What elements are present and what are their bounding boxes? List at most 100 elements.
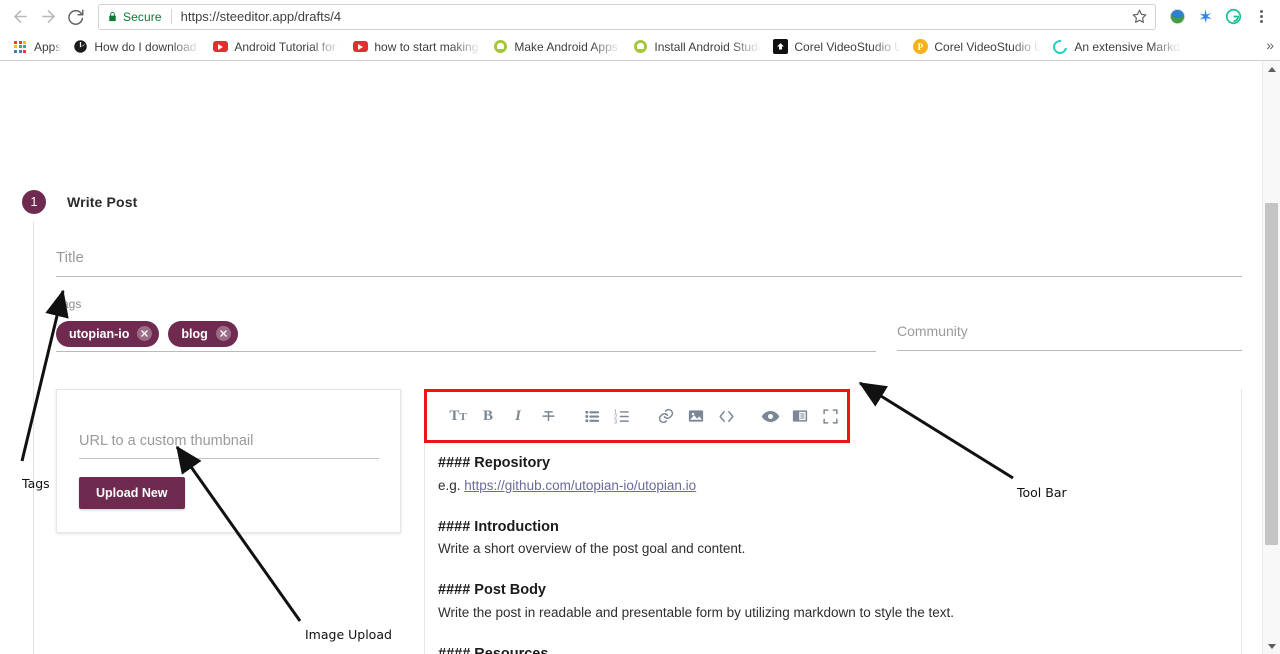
thumbnail-url-placeholder: URL to a custom thumbnail bbox=[79, 433, 254, 449]
community-placeholder: Community bbox=[897, 323, 968, 339]
thumbnail-url-input[interactable]: URL to a custom thumbnail bbox=[79, 432, 379, 459]
youtube-favicon-icon bbox=[212, 39, 228, 55]
step-header: 1 Write Post bbox=[22, 190, 137, 214]
markdown-paragraph: e.g. https://github.com/utopian-io/utopi… bbox=[438, 476, 1118, 495]
markdown-block: #### Repository e.g. https://github.com/… bbox=[438, 453, 1118, 495]
bookmark-how-do-i-download[interactable]: How do I download a bbox=[68, 36, 208, 58]
tag-chip-blog[interactable]: blog bbox=[168, 320, 238, 347]
markdown-heading: #### Introduction bbox=[438, 518, 559, 535]
bookmarks-overflow-button[interactable]: » bbox=[1266, 37, 1274, 53]
bookmark-label: Corel VideoStudio Ult bbox=[794, 39, 902, 54]
chrome-menu-icon[interactable] bbox=[1250, 4, 1272, 30]
numbered-list-button[interactable]: 1 2 3 bbox=[607, 401, 637, 431]
fullscreen-button[interactable] bbox=[815, 401, 845, 431]
forward-arrow-icon[interactable] bbox=[34, 3, 62, 31]
bookmarks-bar: Apps How do I download a Android Tutoria… bbox=[0, 33, 1280, 60]
url-text[interactable]: https://steeditor.app/drafts/4 bbox=[181, 9, 1126, 24]
community-input[interactable]: Community bbox=[897, 323, 1242, 351]
remove-tag-icon[interactable] bbox=[137, 326, 153, 341]
back-arrow-icon[interactable] bbox=[6, 3, 34, 31]
bookmark-label: how to start making a bbox=[374, 39, 482, 54]
bookmark-label: Make Android Apps w bbox=[514, 39, 622, 54]
tag-chip-utopian-io[interactable]: utopian-io bbox=[56, 320, 160, 347]
bookmark-apps[interactable]: Apps bbox=[8, 36, 68, 58]
italic-button[interactable]: I bbox=[503, 401, 533, 431]
repository-link[interactable]: https://github.com/utopian-io/utopian.io bbox=[464, 478, 696, 493]
tag-chip-label: utopian-io bbox=[69, 326, 130, 341]
bookmark-label: Install Android Studio bbox=[654, 39, 762, 54]
lock-icon bbox=[107, 10, 118, 23]
corel-circle-favicon-icon: P bbox=[912, 39, 928, 55]
bookmark-android-tutorial[interactable]: Android Tutorial for B bbox=[208, 36, 348, 58]
page-scrollbar[interactable] bbox=[1262, 61, 1280, 654]
title-input[interactable]: Title bbox=[56, 249, 1242, 277]
scroll-up-arrow-icon[interactable] bbox=[1263, 61, 1280, 78]
tag-chip-label: blog bbox=[181, 326, 208, 341]
bookmark-install-android-studio[interactable]: Install Android Studio bbox=[628, 36, 768, 58]
browser-toolbar: Secure https://steeditor.app/drafts/4 bbox=[0, 0, 1280, 33]
annotation-label-tags: Tags bbox=[22, 476, 50, 491]
upload-new-button[interactable]: Upload New bbox=[79, 477, 185, 509]
remove-tag-icon[interactable] bbox=[215, 326, 231, 341]
bookmark-make-android-apps[interactable]: Make Android Apps w bbox=[488, 36, 628, 58]
android-favicon-icon bbox=[632, 39, 648, 55]
preview-button[interactable] bbox=[755, 401, 785, 431]
markdown-editor-content[interactable]: #### Repository e.g. https://github.com/… bbox=[438, 453, 1118, 654]
markdown-block: #### Introduction Write a short overview… bbox=[438, 517, 1118, 559]
bookmark-label: Android Tutorial for B bbox=[234, 39, 342, 54]
scroll-down-arrow-icon[interactable] bbox=[1263, 638, 1280, 654]
bookmark-corel-videostudio-1[interactable]: Corel VideoStudio Ult bbox=[768, 36, 908, 58]
browser-chrome: Secure https://steeditor.app/drafts/4 Ap… bbox=[0, 0, 1280, 61]
heading-size-button[interactable]: TT bbox=[443, 401, 473, 431]
grammarly-blue-extension-icon[interactable] bbox=[1192, 4, 1218, 30]
side-by-side-button[interactable] bbox=[785, 401, 815, 431]
image-button[interactable] bbox=[681, 401, 711, 431]
svg-text:3: 3 bbox=[614, 419, 617, 424]
steeditor-draft-page: 1 Write Post Title Tags utopian-io blog bbox=[0, 61, 1262, 654]
markdown-toolbar: TT B I 1 2 3 bbox=[424, 389, 850, 443]
markdown-block: #### Post Body Write the post in readabl… bbox=[438, 580, 1118, 622]
step-number-badge: 1 bbox=[22, 190, 46, 214]
bookmark-how-to-start-making[interactable]: how to start making a bbox=[348, 36, 488, 58]
clock-favicon-icon bbox=[72, 39, 88, 55]
title-placeholder: Title bbox=[56, 249, 84, 266]
bookmark-label: Corel VideoStudio Ult bbox=[934, 39, 1042, 54]
markdown-heading: #### Resources bbox=[438, 644, 1118, 654]
bookmark-corel-videostudio-2[interactable]: P Corel VideoStudio Ult bbox=[908, 36, 1048, 58]
youtube-favicon-icon bbox=[352, 39, 368, 55]
markdown-paragraph: Write a short overview of the post goal … bbox=[438, 541, 746, 557]
bookmark-markdown-guide[interactable]: An extensive Markdo bbox=[1048, 36, 1188, 58]
markdown-block: #### Resources Include links and referen… bbox=[438, 644, 1118, 654]
bookmark-star-icon[interactable] bbox=[1132, 9, 1147, 24]
strikethrough-button[interactable] bbox=[533, 401, 563, 431]
security-status: Secure bbox=[123, 9, 162, 24]
bold-button[interactable]: B bbox=[473, 401, 503, 431]
annotation-label-image-upload: Image Upload bbox=[305, 627, 392, 642]
bookmark-label: An extensive Markdo bbox=[1074, 39, 1182, 54]
bullet-list-button[interactable] bbox=[577, 401, 607, 431]
markdown-heading: #### Post Body bbox=[438, 582, 546, 599]
bookmark-label: How do I download a bbox=[94, 39, 202, 54]
thumbnail-card: URL to a custom thumbnail Upload New bbox=[56, 389, 401, 533]
corel-favicon-icon bbox=[772, 39, 788, 55]
markdown-text: e.g. bbox=[438, 477, 465, 493]
tags-label: Tags bbox=[56, 297, 82, 311]
page-title: Write Post bbox=[67, 194, 138, 210]
grammarly-extension-icon[interactable] bbox=[1220, 4, 1246, 30]
scrollbar-thumb[interactable] bbox=[1265, 203, 1278, 545]
internet-download-manager-extension-icon[interactable] bbox=[1164, 4, 1190, 30]
markdown-ring-favicon-icon bbox=[1050, 36, 1071, 57]
markdown-paragraph: Write the post in readable and presentab… bbox=[438, 605, 955, 621]
link-button[interactable] bbox=[651, 401, 681, 431]
omnibox-divider bbox=[170, 9, 172, 24]
tags-input[interactable]: utopian-io blog bbox=[56, 316, 876, 352]
stepper-connector-line bbox=[33, 221, 34, 654]
reload-icon[interactable] bbox=[62, 3, 90, 31]
page-viewport: 1 Write Post Title Tags utopian-io blog bbox=[0, 61, 1280, 654]
code-button[interactable] bbox=[711, 401, 741, 431]
bookmark-label: Apps bbox=[34, 39, 62, 54]
markdown-heading: #### Repository bbox=[438, 455, 551, 471]
apps-grid-icon bbox=[12, 39, 28, 55]
address-bar[interactable]: Secure https://steeditor.app/drafts/4 bbox=[98, 3, 1156, 30]
android-favicon-icon bbox=[492, 39, 508, 55]
